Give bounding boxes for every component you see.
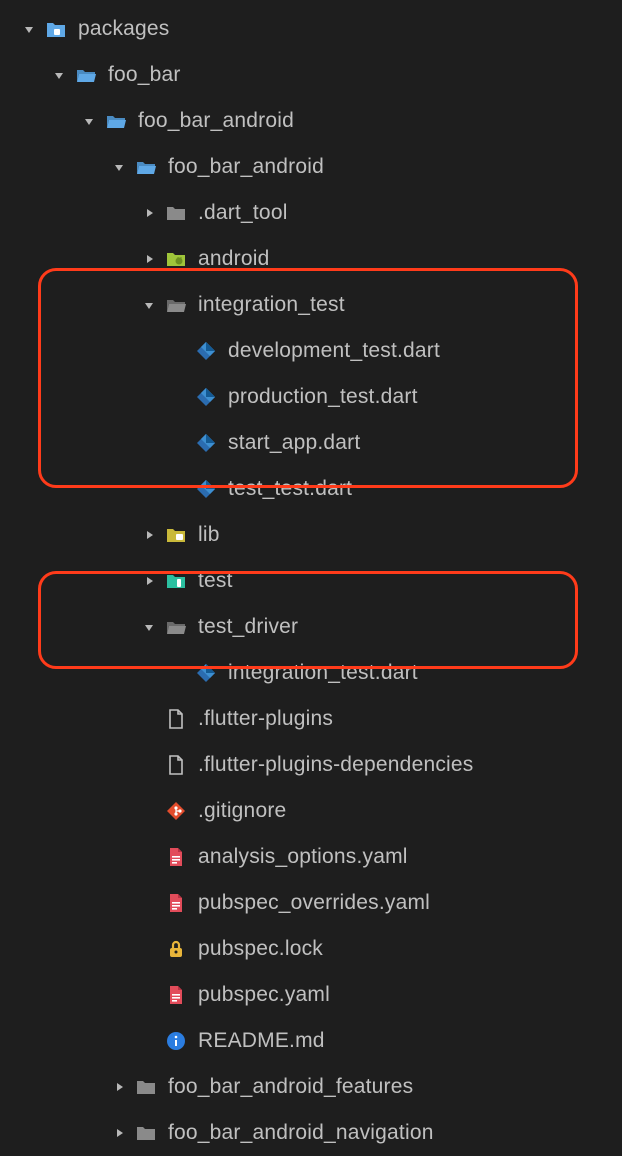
- tree-item[interactable]: analysis_options.yaml: [0, 834, 622, 880]
- tree-item[interactable]: lib: [0, 512, 622, 558]
- tree-item[interactable]: .gitignore: [0, 788, 622, 834]
- tree-item[interactable]: production_test.dart: [0, 374, 622, 420]
- dart-icon: [194, 385, 218, 409]
- tree-item[interactable]: android: [0, 236, 622, 282]
- tree-item-label: analysis_options.yaml: [198, 845, 408, 869]
- tree-item[interactable]: .flutter-plugins-dependencies: [0, 742, 622, 788]
- tree-item-label: foo_bar: [108, 63, 181, 87]
- tree-item-label: foo_bar_android: [168, 155, 324, 179]
- folder-open-icon: [74, 63, 98, 87]
- folder-lib-icon: [164, 523, 188, 547]
- chevron-down-icon[interactable]: [48, 64, 70, 86]
- tree-item[interactable]: pubspec.yaml: [0, 972, 622, 1018]
- folder-open-gray-icon: [164, 615, 188, 639]
- git-icon: [164, 799, 188, 823]
- tree-item[interactable]: foo_bar: [0, 52, 622, 98]
- tree-item-label: foo_bar_android_navigation: [168, 1121, 434, 1145]
- chevron-right-icon[interactable]: [138, 570, 160, 592]
- tree-item-label: test_driver: [198, 615, 298, 639]
- yaml-icon: [164, 891, 188, 915]
- folder-gray-icon: [134, 1121, 158, 1145]
- tree-item-label: start_app.dart: [228, 431, 360, 455]
- tree-item-label: pubspec_overrides.yaml: [198, 891, 430, 915]
- tree-item-label: README.md: [198, 1029, 325, 1053]
- file-icon: [164, 753, 188, 777]
- chevron-down-icon[interactable]: [108, 156, 130, 178]
- tree-item[interactable]: .dart_tool: [0, 190, 622, 236]
- folder-gray-icon: [134, 1075, 158, 1099]
- tree-item[interactable]: .flutter-plugins: [0, 696, 622, 742]
- tree-item[interactable]: test_test.dart: [0, 466, 622, 512]
- info-icon: [164, 1029, 188, 1053]
- tree-item-label: test_test.dart: [228, 477, 352, 501]
- dart-icon: [194, 661, 218, 685]
- tree-item[interactable]: integration_test: [0, 282, 622, 328]
- chevron-right-icon[interactable]: [108, 1076, 130, 1098]
- tree-item-label: .flutter-plugins: [198, 707, 333, 731]
- tree-item[interactable]: packages: [0, 6, 622, 52]
- tree-item[interactable]: integration_test.dart: [0, 650, 622, 696]
- chevron-right-icon[interactable]: [108, 1122, 130, 1144]
- tree-item-label: .gitignore: [198, 799, 286, 823]
- tree-item[interactable]: foo_bar_android: [0, 144, 622, 190]
- tree-item-label: android: [198, 247, 269, 271]
- tree-item-label: integration_test: [198, 293, 345, 317]
- yaml-icon: [164, 845, 188, 869]
- tree-item[interactable]: pubspec.lock: [0, 926, 622, 972]
- tree-item-label: foo_bar_android: [138, 109, 294, 133]
- folder-open-icon: [104, 109, 128, 133]
- tree-item-label: integration_test.dart: [228, 661, 418, 685]
- dart-icon: [194, 431, 218, 455]
- tree-item-label: packages: [78, 17, 170, 41]
- tree-item[interactable]: foo_bar_android_navigation: [0, 1110, 622, 1156]
- file-icon: [164, 707, 188, 731]
- tree-item-label: pubspec.lock: [198, 937, 323, 961]
- folder-gray-icon: [164, 201, 188, 225]
- dart-icon: [194, 477, 218, 501]
- lock-icon: [164, 937, 188, 961]
- tree-item-label: development_test.dart: [228, 339, 440, 363]
- chevron-right-icon[interactable]: [138, 524, 160, 546]
- dart-icon: [194, 339, 218, 363]
- chevron-down-icon[interactable]: [78, 110, 100, 132]
- tree-item-label: .flutter-plugins-dependencies: [198, 753, 473, 777]
- folder-package-icon: [44, 17, 68, 41]
- tree-item-label: foo_bar_android_features: [168, 1075, 413, 1099]
- chevron-right-icon[interactable]: [138, 248, 160, 270]
- tree-item-label: .dart_tool: [198, 201, 288, 225]
- chevron-down-icon[interactable]: [138, 294, 160, 316]
- tree-item-label: production_test.dart: [228, 385, 418, 409]
- folder-open-gray-icon: [164, 293, 188, 317]
- tree-item[interactable]: pubspec_overrides.yaml: [0, 880, 622, 926]
- tree-item[interactable]: foo_bar_android: [0, 98, 622, 144]
- android-icon: [164, 247, 188, 271]
- chevron-down-icon[interactable]: [138, 616, 160, 638]
- folder-test-icon: [164, 569, 188, 593]
- chevron-down-icon[interactable]: [18, 18, 40, 40]
- chevron-right-icon[interactable]: [138, 202, 160, 224]
- yaml-icon: [164, 983, 188, 1007]
- folder-open-icon: [134, 155, 158, 179]
- tree-item[interactable]: start_app.dart: [0, 420, 622, 466]
- tree-item[interactable]: development_test.dart: [0, 328, 622, 374]
- tree-item-label: pubspec.yaml: [198, 983, 330, 1007]
- tree-item-label: test: [198, 569, 233, 593]
- tree-item[interactable]: README.md: [0, 1018, 622, 1064]
- file-tree: packages foo_bar foo_bar_android foo_bar_an…: [0, 6, 622, 1156]
- tree-item-label: lib: [198, 523, 220, 547]
- tree-item[interactable]: test: [0, 558, 622, 604]
- tree-item[interactable]: foo_bar_android_features: [0, 1064, 622, 1110]
- tree-item[interactable]: test_driver: [0, 604, 622, 650]
